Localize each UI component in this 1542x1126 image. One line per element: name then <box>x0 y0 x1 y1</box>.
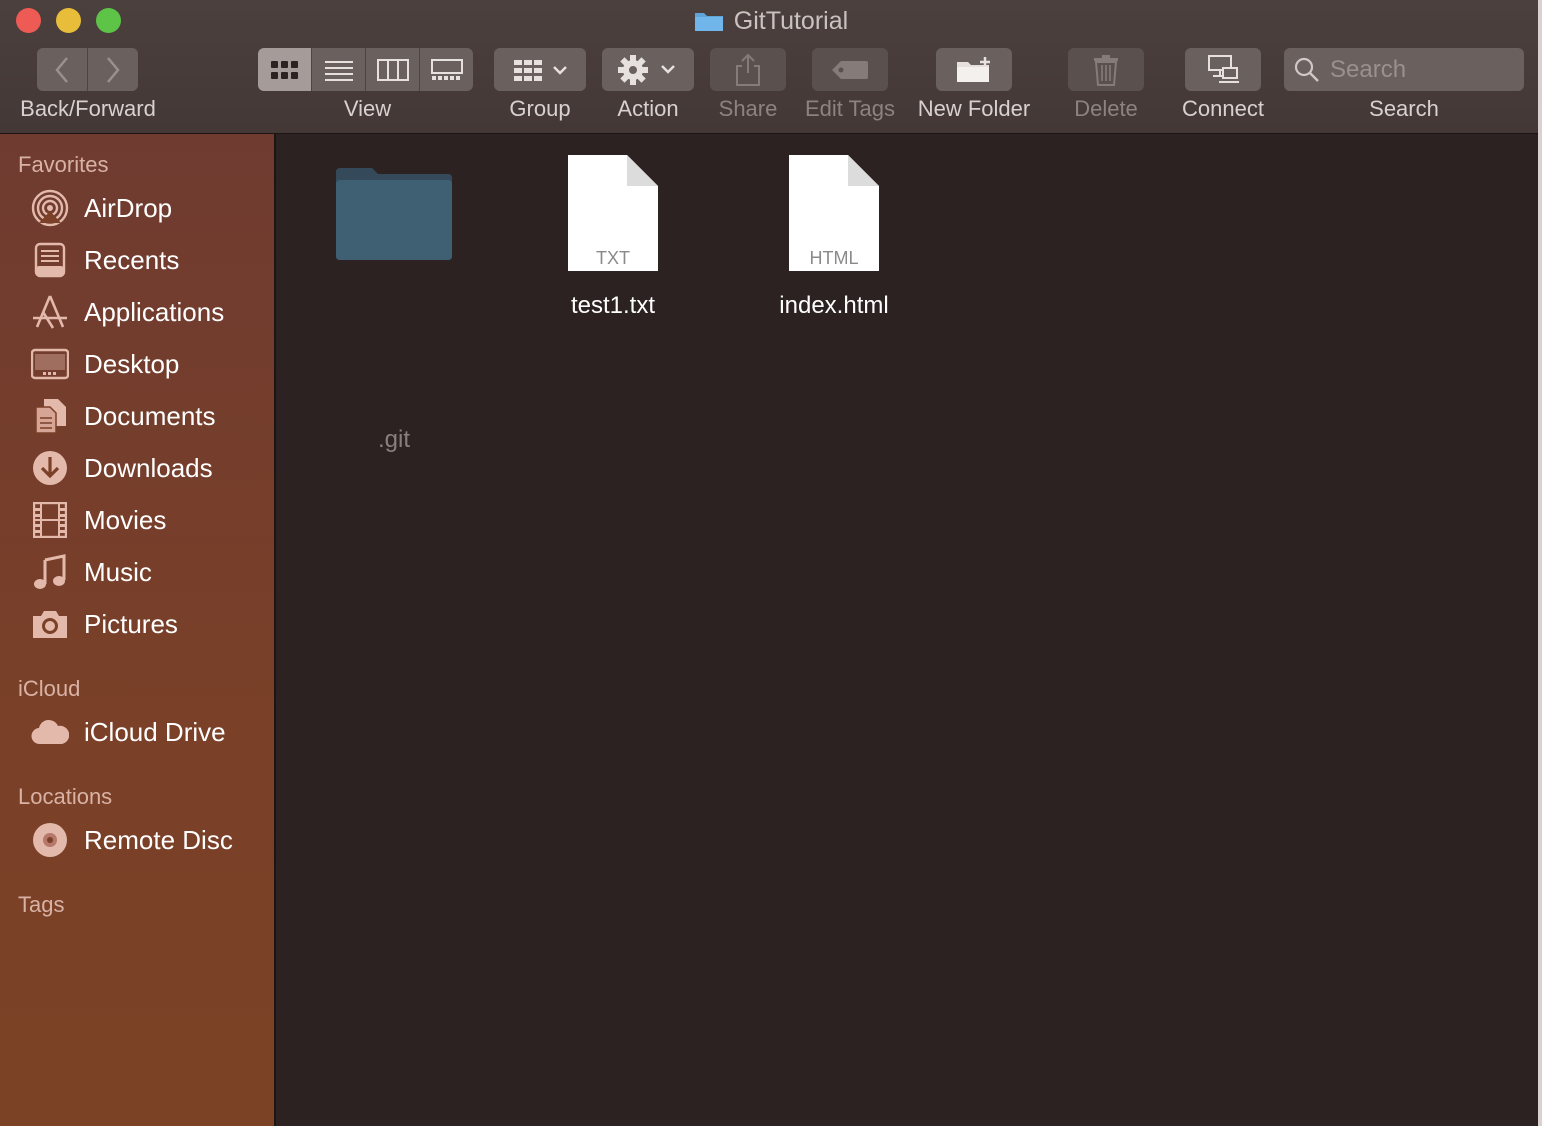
window-edge <box>1538 0 1542 1126</box>
sidebar: Favorites AirDrop Recents Applications D… <box>0 134 276 1126</box>
file-type-badge: HTML <box>809 248 859 268</box>
sidebar-item-documents[interactable]: Documents <box>30 394 270 438</box>
gallery-view-button[interactable] <box>420 48 473 91</box>
list-view-button[interactable] <box>312 48 366 91</box>
sidebar-item-recents[interactable]: Recents <box>30 238 270 282</box>
sidebar-item-label: Applications <box>84 296 225 327</box>
file-browser: .git TXT test1.txt HTML index.html <box>276 134 1538 1126</box>
gear-icon <box>618 54 675 85</box>
new-folder-button[interactable] <box>936 48 1012 91</box>
action-button[interactable] <box>602 48 694 91</box>
tags-header: Tags <box>18 892 65 917</box>
sidebar-item-label: Desktop <box>84 348 180 379</box>
new-folder-icon <box>957 56 990 82</box>
back-forward-control <box>37 48 138 91</box>
connect-button[interactable] <box>1185 48 1261 91</box>
applications-icon <box>30 292 70 332</box>
share-label: Share <box>718 96 778 121</box>
group-grid-icon <box>514 59 567 81</box>
sidebar-item-label: Movies <box>84 504 167 535</box>
icon-grid-icon <box>270 60 298 79</box>
search-icon <box>1294 57 1319 82</box>
sidebar-item-label: Documents <box>84 400 216 431</box>
search-field[interactable] <box>1284 48 1524 91</box>
chevron-left-icon <box>55 56 68 83</box>
sidebar-item-label: Downloads <box>84 452 213 483</box>
sidebar-item-icloud-drive[interactable]: iCloud Drive <box>30 710 270 754</box>
sidebar-item-label: Pictures <box>84 608 178 639</box>
finder-window: GitTutorial Back/Forward View Group Acti… <box>0 0 1542 1126</box>
columns-icon <box>376 58 409 81</box>
sidebar-item-pictures[interactable]: Pictures <box>30 602 270 646</box>
file-name: .git <box>377 426 410 453</box>
sidebar-item-movies[interactable]: Movies <box>30 498 270 542</box>
sidebar-item-desktop[interactable]: Desktop <box>30 342 270 386</box>
delete-label: Delete <box>1074 96 1138 121</box>
delete-button[interactable] <box>1068 48 1144 91</box>
share-button[interactable] <box>710 48 786 91</box>
desktop-icon <box>30 344 70 384</box>
view-label: View <box>343 96 392 121</box>
edit-tags-label: Edit Tags <box>804 96 896 121</box>
action-label: Action <box>617 96 679 121</box>
sidebar-item-label: iCloud Drive <box>84 716 226 747</box>
folder-icon <box>694 13 723 31</box>
search-input[interactable] <box>1328 54 1512 85</box>
sidebar-item-label: Remote Disc <box>84 824 233 855</box>
sidebar-item-applications[interactable]: Applications <box>30 290 270 334</box>
gallery-icon <box>430 58 463 80</box>
group-button[interactable] <box>494 48 586 91</box>
remote-disc-icon <box>30 820 70 860</box>
view-control <box>258 48 473 91</box>
sidebar-item-airdrop[interactable]: AirDrop <box>30 186 270 230</box>
edit-tags-button[interactable] <box>812 48 888 91</box>
file-name: test1.txt <box>570 292 656 319</box>
pictures-icon <box>30 604 70 644</box>
documents-icon <box>30 396 70 436</box>
share-icon <box>736 53 760 86</box>
tag-icon <box>832 60 868 79</box>
sidebar-item-remote-disc[interactable]: Remote Disc <box>30 818 270 862</box>
trash-icon <box>1094 54 1118 86</box>
favorites-header: Favorites <box>18 152 109 177</box>
search-label: Search <box>1369 96 1439 121</box>
list-icon <box>324 60 353 81</box>
sidebar-item-music[interactable]: Music <box>30 550 270 594</box>
window-title: GitTutorial <box>0 5 1542 40</box>
file-name: index.html <box>779 292 889 319</box>
folder-icon <box>336 168 452 260</box>
chevron-right-icon <box>107 56 120 83</box>
movies-icon <box>30 500 70 540</box>
sidebar-item-label: AirDrop <box>84 192 173 223</box>
window-title-text: GitTutorial <box>733 7 849 35</box>
icon-view-button[interactable] <box>258 48 312 91</box>
back-forward-label: Back/Forward <box>20 96 156 121</box>
airdrop-icon <box>30 188 70 228</box>
connect-server-icon <box>1208 54 1239 83</box>
toolbar: GitTutorial Back/Forward View Group Acti… <box>0 0 1542 134</box>
sidebar-item-label: Recents <box>84 244 180 275</box>
sidebar-item-label: Music <box>84 556 152 587</box>
icloud-header: iCloud <box>18 676 81 701</box>
forward-button[interactable] <box>88 48 138 91</box>
column-view-button[interactable] <box>366 48 420 91</box>
group-label: Group <box>509 96 571 121</box>
icloud-drive-icon <box>30 712 70 752</box>
recents-icon <box>30 240 70 280</box>
sidebar-item-downloads[interactable]: Downloads <box>30 446 270 490</box>
new-folder-label: New Folder <box>917 96 1031 121</box>
connect-label: Connect <box>1182 96 1264 121</box>
file-type-badge: TXT <box>596 248 630 268</box>
back-button[interactable] <box>37 48 88 91</box>
downloads-icon <box>30 448 70 488</box>
music-icon <box>30 552 70 592</box>
locations-header: Locations <box>18 784 113 809</box>
